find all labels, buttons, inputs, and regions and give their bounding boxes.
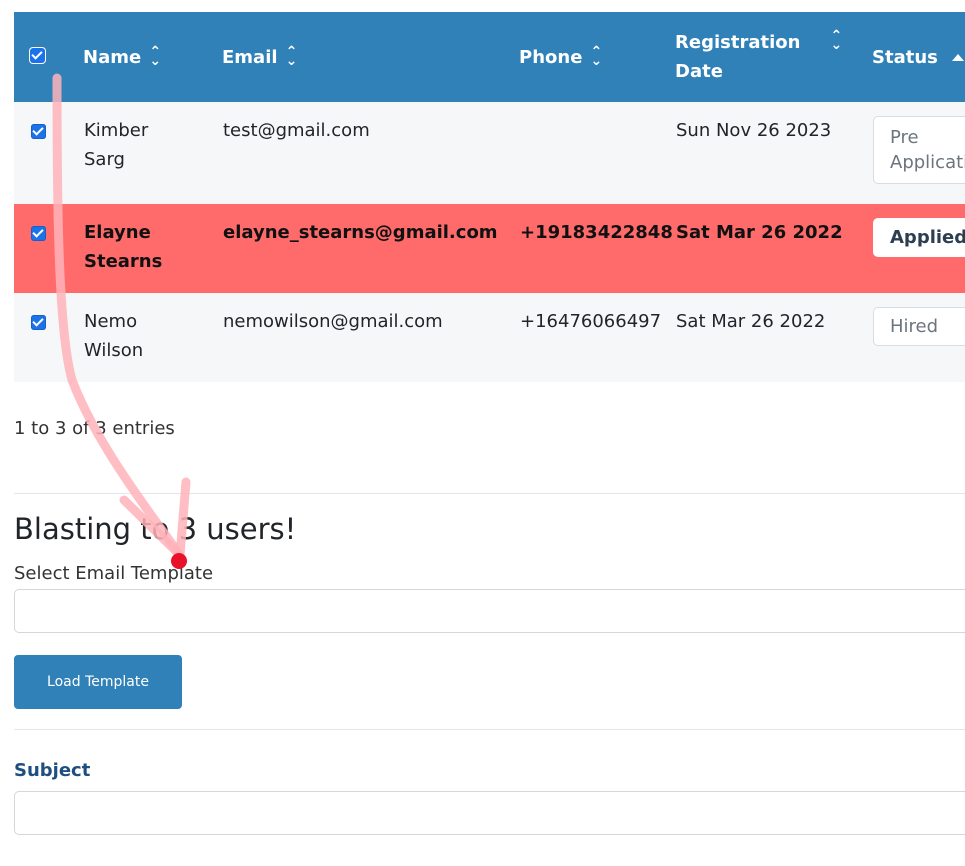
status-select[interactable]: Pre Application [873,116,965,184]
phone-cell: +16476066497 [520,311,662,332]
sort-ascending-icon[interactable] [951,53,964,61]
status-select[interactable]: Hired [873,307,965,346]
table-row-highlighted[interactable]: Elayne Stearns elayne_stearns@gmail.com … [14,204,965,293]
table-header-row: Name ⌃ ⌄ Email ⌃ ⌄ Phone ⌃ ⌄ Registratio… [14,12,965,102]
registration-cell: Sat Mar 26 2022 [676,311,826,332]
row-checkbox[interactable] [31,124,46,139]
phone-cell: +19183422848 [520,222,673,243]
status-select[interactable]: Applied [873,218,965,257]
phone-cell [519,102,675,204]
column-header-name-label: Name [83,46,142,68]
sort-icon[interactable]: ⌃ ⌄ [830,29,843,52]
row-select-cell [14,204,83,293]
column-header-email[interactable]: Email ⌃ ⌄ [222,12,519,102]
column-header-status-label: Status [872,46,938,68]
email-cell: test@gmail.com [223,120,370,141]
column-header-phone-label: Phone [519,46,583,68]
table-row[interactable]: Nemo Wilson nemowilson@gmail.com +164760… [14,293,965,382]
status-cell: Pre Application [872,102,965,204]
column-header-status[interactable]: Status [872,12,965,102]
status-cell: Applied [872,204,965,293]
blast-heading: Blasting to 3 users! [14,512,297,546]
row-checkbox[interactable] [31,226,46,241]
name-first: Kimber [84,120,149,141]
registration-cell: Sat Mar 26 2022 [676,222,843,243]
name-cell: Nemo Wilson [83,293,222,382]
select-all-checkbox[interactable] [30,47,45,63]
name-last: Stearns [84,251,163,272]
status-value-line2: Application [890,152,965,173]
pagination-info: 1 to 3 of 3 entries [14,418,175,439]
column-header-name[interactable]: Name ⌃ ⌄ [83,12,222,102]
row-select-cell [14,102,83,204]
status-value: Applied [890,227,965,248]
name-last: Sarg [84,149,125,170]
subject-input[interactable] [14,791,965,835]
subject-label: Subject [14,760,91,781]
registration-label-line1: Registration [675,32,801,53]
load-template-button[interactable]: Load Template [14,655,182,709]
column-header-phone[interactable]: Phone ⌃ ⌄ [519,12,675,102]
section-divider [14,729,965,730]
sort-icon[interactable]: ⌃ ⌄ [149,45,161,68]
email-cell: elayne_stearns@gmail.com [223,222,498,243]
status-cell: Hired [872,293,965,382]
users-table: Name ⌃ ⌄ Email ⌃ ⌄ Phone ⌃ ⌄ Registratio… [14,12,965,382]
column-header-registration-label: Registration Date [675,28,800,86]
email-cell: nemowilson@gmail.com [223,311,443,332]
column-header-registration-date[interactable]: Registration Date ⌃ ⌄ [675,12,872,102]
name-first: Elayne [84,222,151,243]
registration-label-line2: Date [675,61,723,82]
sort-icon[interactable]: ⌃ ⌄ [286,45,298,68]
sort-icon[interactable]: ⌃ ⌄ [590,45,603,68]
template-select-label: Select Email Template [14,563,214,584]
section-divider [14,493,965,494]
table-row[interactable]: Kimber Sarg test@gmail.com Sun Nov 26 20… [14,102,965,204]
name-cell: Elayne Stearns [83,204,222,293]
name-last: Wilson [84,340,144,361]
row-select-cell [14,293,83,382]
row-checkbox[interactable] [31,315,46,330]
users-table-container: Name ⌃ ⌄ Email ⌃ ⌄ Phone ⌃ ⌄ Registratio… [14,12,965,382]
registration-cell: Sun Nov 26 2023 [676,120,832,141]
select-all-cell [14,12,83,102]
name-cell: Kimber Sarg [83,102,222,204]
status-value: Hired [890,316,939,337]
name-first: Nemo [84,311,138,332]
template-select-field[interactable] [14,589,965,633]
status-value-line1: Pre [890,127,919,148]
column-header-email-label: Email [222,46,278,68]
